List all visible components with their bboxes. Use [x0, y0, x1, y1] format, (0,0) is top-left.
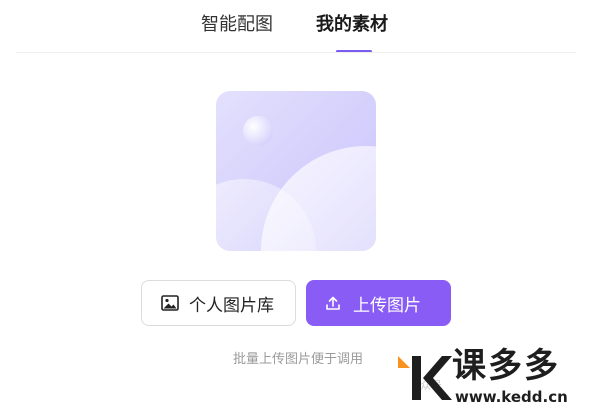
upload-image-label: 上传图片	[353, 295, 421, 316]
image-icon	[160, 293, 180, 313]
upload-image-button[interactable]: 上传图片	[306, 280, 451, 326]
watermark-url: www.kedd.cn	[455, 388, 568, 406]
personal-gallery-label: 个人图片库	[189, 295, 274, 316]
tab-my-materials[interactable]: 我的素材	[316, 12, 388, 38]
kedd-logo-icon	[396, 348, 452, 404]
upload-icon	[323, 293, 343, 313]
tab-bar: 智能配图 我的素材	[0, 0, 596, 54]
tab-divider	[16, 52, 576, 53]
tab-smart-images[interactable]: 智能配图	[201, 12, 273, 38]
watermark-brand: 课多多	[452, 346, 560, 386]
personal-gallery-button[interactable]: 个人图片库	[141, 280, 296, 326]
empty-state-illustration	[216, 91, 376, 251]
